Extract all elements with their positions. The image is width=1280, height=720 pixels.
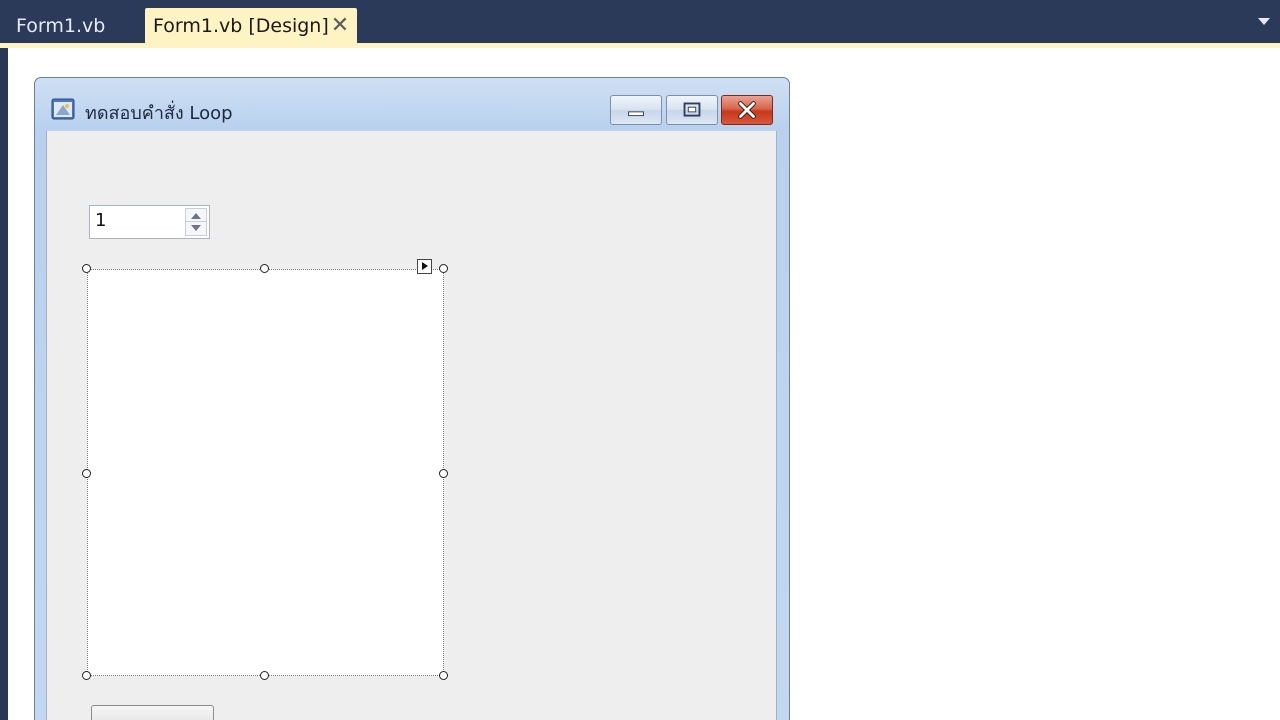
form-app-icon	[51, 98, 75, 120]
minimize-icon	[628, 111, 644, 117]
tab-overflow-dropdown-icon[interactable]	[1258, 18, 1270, 25]
tab-form1-design[interactable]: Form1.vb [Design] ✕	[145, 8, 357, 44]
spin-separator	[186, 221, 206, 222]
resize-handle-bottom-left[interactable]	[82, 671, 91, 680]
resize-handle-bottom[interactable]	[260, 671, 269, 680]
maximize-button[interactable]	[666, 95, 718, 125]
document-tab-strip: Form1.vb Form1.vb [Design] ✕	[0, 0, 1280, 44]
close-icon	[738, 101, 756, 119]
tab-close-icon[interactable]: ✕	[329, 8, 351, 44]
form-titlebar[interactable]: ทดสอบคำสั่ง Loop	[35, 78, 789, 130]
spin-up-icon[interactable]	[191, 213, 201, 219]
resize-handle-bottom-right[interactable]	[439, 671, 448, 680]
minimize-button[interactable]	[610, 95, 662, 125]
maximize-icon	[683, 102, 701, 117]
smart-tag-arrow-icon	[422, 262, 428, 270]
visual-studio-ide: Form1.vb Form1.vb [Design] ✕ ทดสอบคำสั่ง…	[0, 0, 1280, 720]
numeric-value: 1	[95, 210, 107, 231]
resize-handle-right[interactable]	[439, 469, 448, 478]
tab-form1-code[interactable]: Form1.vb	[8, 8, 113, 44]
resize-handle-left[interactable]	[82, 469, 91, 478]
listbox-selected[interactable]	[87, 269, 444, 676]
numeric-updown[interactable]: 1	[89, 205, 210, 239]
close-button[interactable]	[721, 95, 773, 125]
form-title: ทดสอบคำสั่ง Loop	[85, 103, 233, 124]
spin-down-icon[interactable]	[191, 225, 201, 231]
resize-handle-top-left[interactable]	[82, 264, 91, 273]
tab-label: Form1.vb	[16, 15, 106, 37]
spin-buttons[interactable]	[185, 208, 207, 236]
resize-handle-top[interactable]	[260, 264, 269, 273]
resize-handle-top-right[interactable]	[439, 264, 448, 273]
tab-label: Form1.vb [Design]	[153, 15, 329, 37]
form-button[interactable]	[91, 705, 214, 720]
smart-tag-button[interactable]	[417, 259, 432, 274]
